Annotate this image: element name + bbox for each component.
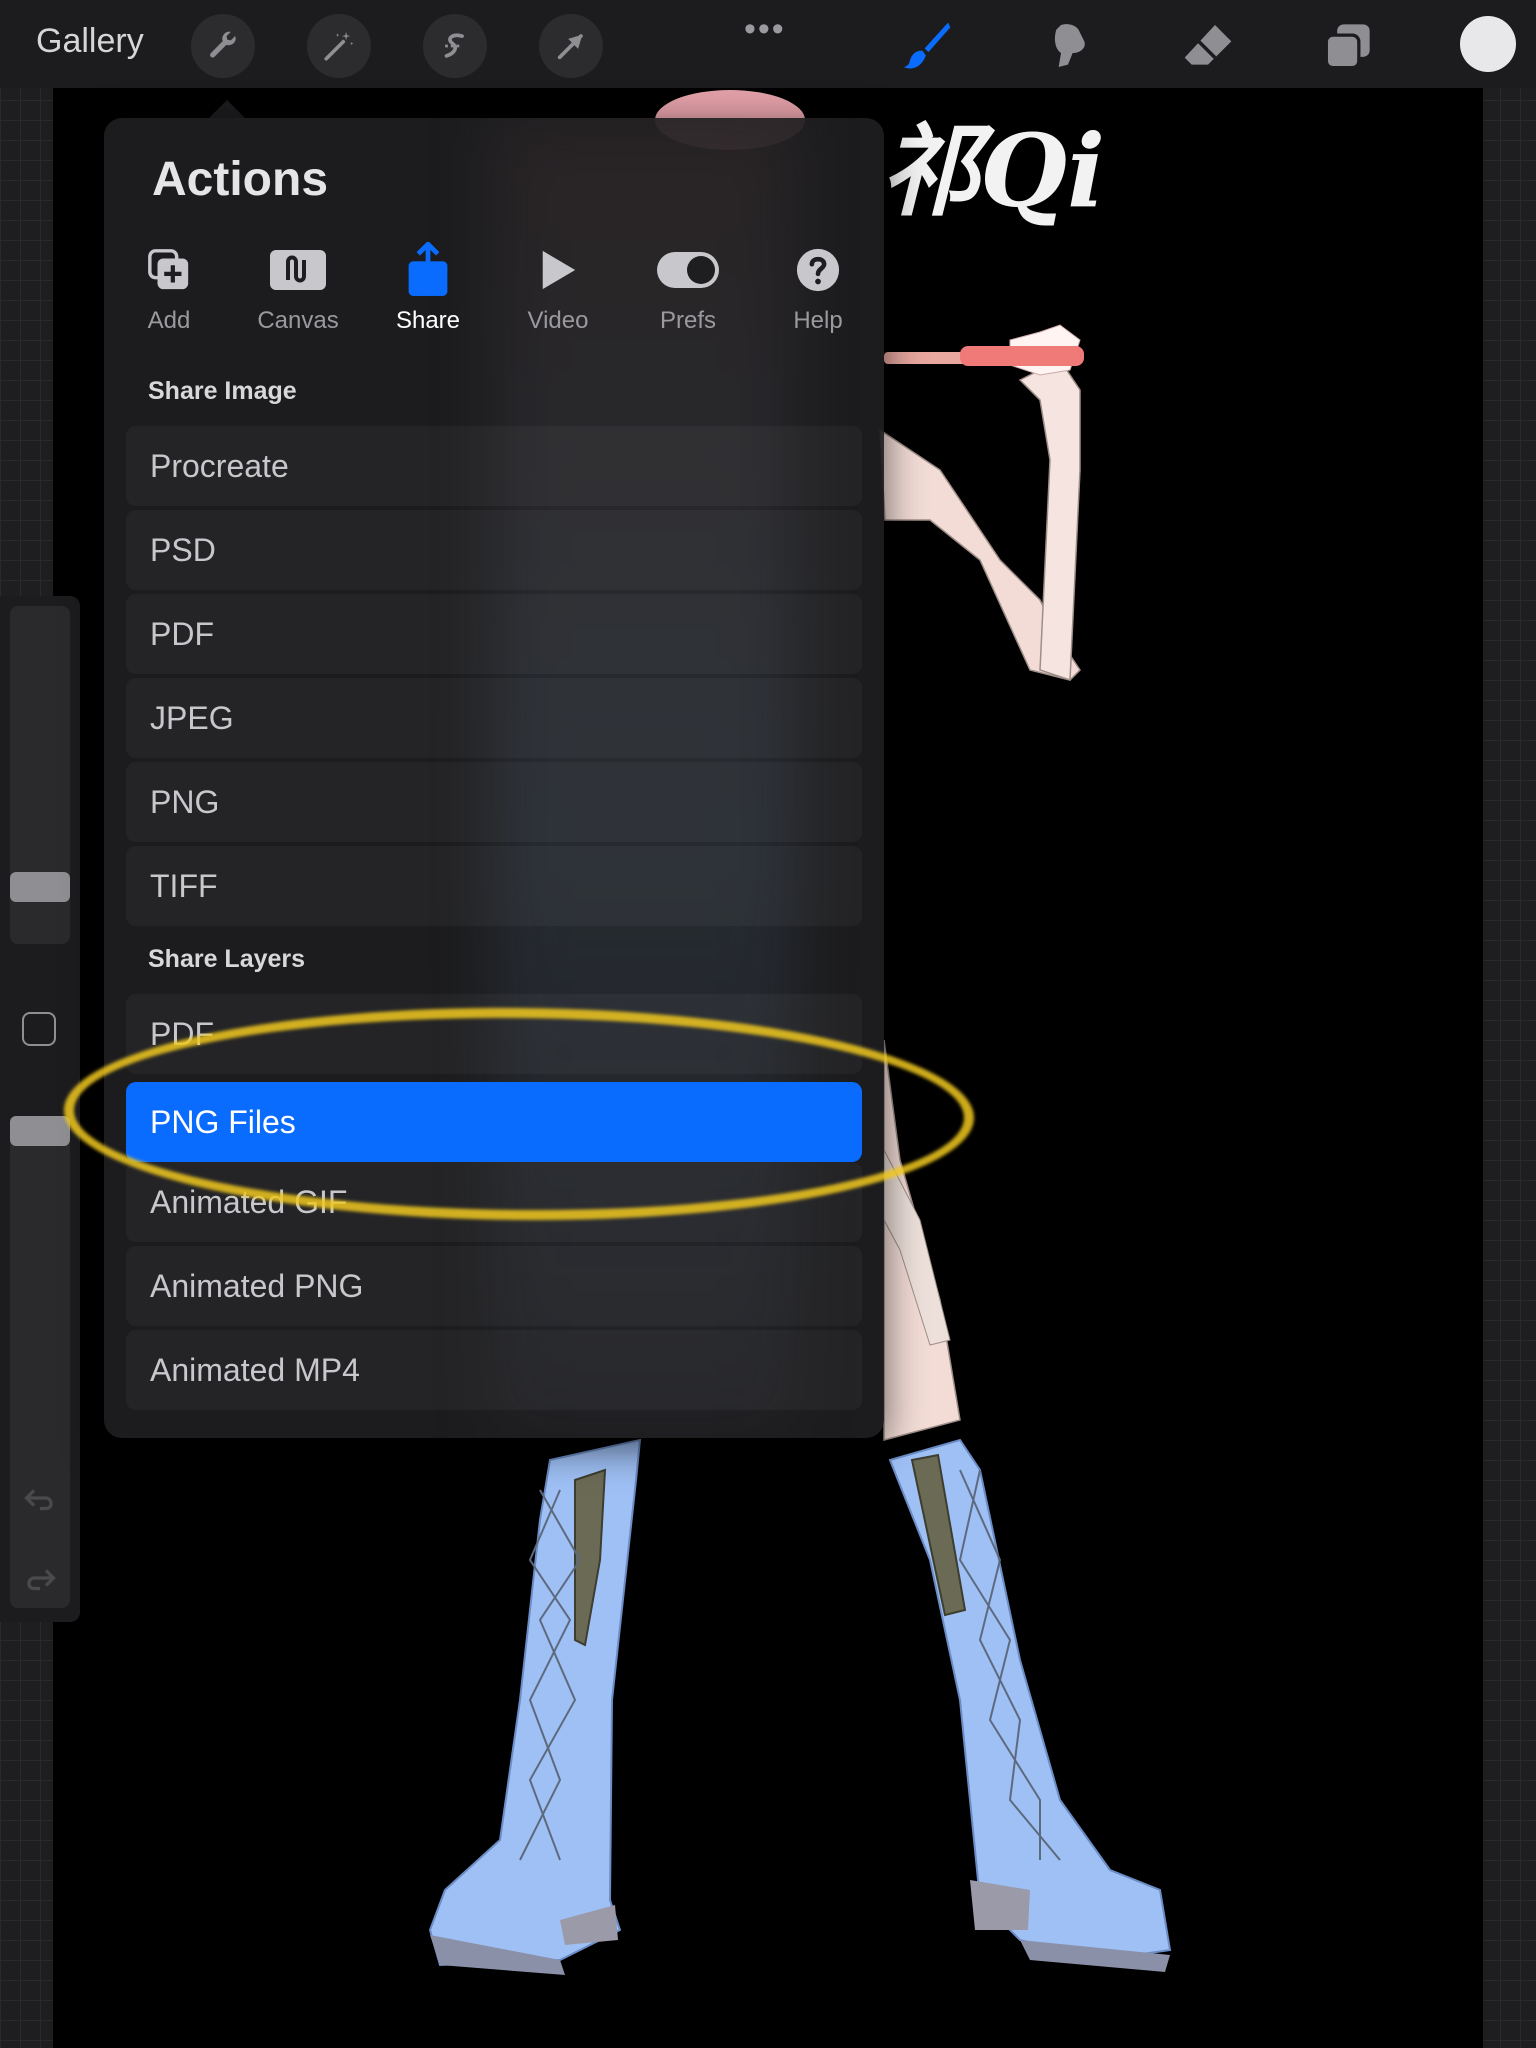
share-tiff[interactable]: TIFF bbox=[126, 846, 862, 926]
opacity-slider[interactable] bbox=[10, 1116, 70, 1608]
artwork-signature: 祁Qi bbox=[880, 112, 1106, 230]
share-image-heading: Share Image bbox=[148, 377, 297, 405]
selection-icon[interactable] bbox=[423, 14, 487, 78]
smudge-icon[interactable] bbox=[1036, 14, 1100, 78]
tab-label: Share bbox=[395, 307, 461, 334]
tab-share[interactable]: Share bbox=[368, 242, 488, 335]
add-icon bbox=[109, 243, 229, 297]
share-png[interactable]: PNG bbox=[126, 762, 862, 842]
tab-add[interactable]: Add bbox=[109, 243, 229, 335]
tab-label: Help bbox=[793, 307, 843, 334]
top-toolbar: Gallery ••• bbox=[0, 0, 1536, 88]
eraser-icon[interactable] bbox=[1176, 14, 1240, 78]
tab-prefs[interactable]: Prefs bbox=[628, 243, 748, 335]
undo-icon[interactable] bbox=[22, 1486, 58, 1521]
wrench-icon[interactable] bbox=[191, 14, 255, 78]
help-icon bbox=[758, 243, 878, 297]
share-jpeg[interactable]: JPEG bbox=[126, 678, 862, 758]
gallery-button[interactable]: Gallery bbox=[36, 22, 144, 61]
share-animated-png[interactable]: Animated PNG bbox=[126, 1246, 862, 1326]
brush-size-thumb[interactable] bbox=[10, 872, 70, 902]
more-options-button[interactable]: ••• bbox=[744, 10, 786, 49]
share-icon bbox=[368, 242, 488, 297]
share-layers-heading: Share Layers bbox=[148, 945, 306, 973]
play-icon bbox=[498, 243, 618, 297]
tab-label: Add bbox=[147, 307, 191, 334]
tab-canvas[interactable]: Canvas bbox=[238, 243, 358, 335]
color-picker-button[interactable] bbox=[1460, 16, 1516, 72]
panel-title: Actions bbox=[152, 153, 329, 206]
share-pdf[interactable]: PDF bbox=[126, 594, 862, 674]
brush-icon[interactable] bbox=[895, 14, 959, 78]
transform-arrow-icon[interactable] bbox=[539, 14, 603, 78]
layers-icon[interactable] bbox=[1316, 14, 1380, 78]
share-procreate[interactable]: Procreate bbox=[126, 426, 862, 506]
tab-video[interactable]: Video bbox=[498, 243, 618, 335]
magic-wand-icon[interactable] bbox=[307, 14, 371, 78]
tab-label: Video bbox=[527, 307, 589, 334]
actions-tabs: Add Canvas Share Video Prefs Help bbox=[104, 242, 884, 343]
share-psd[interactable]: PSD bbox=[126, 510, 862, 590]
tab-help[interactable]: Help bbox=[758, 243, 878, 335]
redo-icon[interactable] bbox=[22, 1566, 58, 1601]
canvas-icon bbox=[238, 243, 358, 297]
toggle-icon bbox=[628, 243, 748, 297]
tab-label: Canvas bbox=[257, 307, 339, 334]
opacity-thumb[interactable] bbox=[10, 1116, 70, 1146]
actions-panel: Actions Add Canvas Share Video Prefs Hel… bbox=[104, 118, 884, 1438]
tab-label: Prefs bbox=[659, 307, 716, 334]
popover-arrow bbox=[207, 100, 247, 120]
modify-button[interactable] bbox=[22, 1012, 56, 1046]
share-animated-mp4[interactable]: Animated MP4 bbox=[126, 1330, 862, 1410]
